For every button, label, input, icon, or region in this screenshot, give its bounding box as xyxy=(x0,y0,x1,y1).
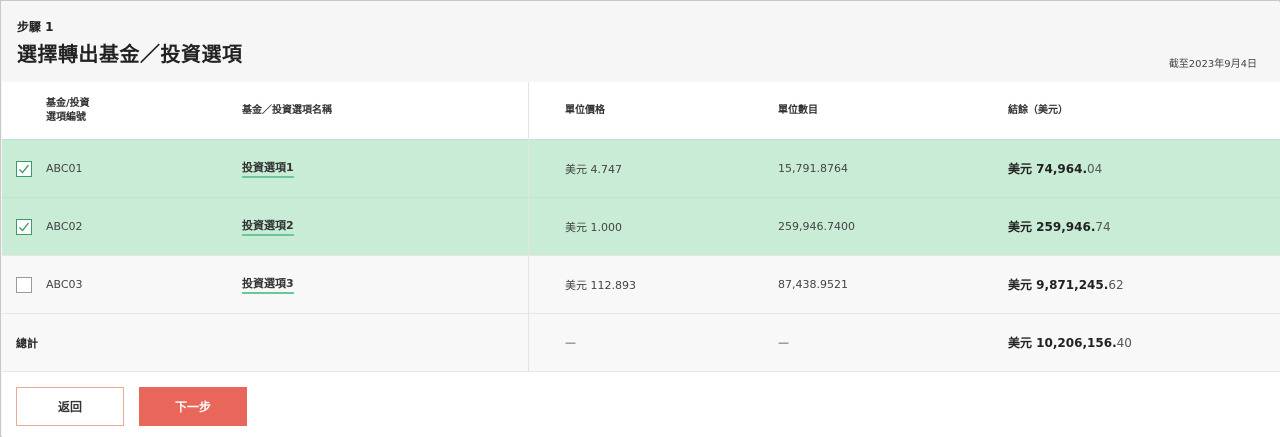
back-button[interactable]: 返回 xyxy=(16,387,124,426)
table-row[interactable]: ABC03 投資選項3 美元 112.893 87,438.9521 美元 9,… xyxy=(2,255,1280,313)
row-checkbox[interactable] xyxy=(16,218,32,235)
column-header-code-line1: 基金/投資 xyxy=(46,97,90,109)
total-balance-main: 美元 10,206,156. xyxy=(1008,336,1117,350)
balance-main: 美元 9,871,245. xyxy=(1008,278,1109,292)
fund-code: ABC03 xyxy=(46,278,83,291)
page-header: 步驟 1 選擇轉出基金／投資選項 截至2023年9月4日 xyxy=(2,2,1280,82)
column-header-units: 單位數目 xyxy=(778,104,818,116)
balance-cents: 62 xyxy=(1108,277,1124,292)
balance-main: 美元 74,964. xyxy=(1008,162,1088,176)
table-header-row: 基金/投資 選項編號 基金／投資選項名稱 單位價格 單位數目 結餘（美元） xyxy=(2,82,1280,139)
column-header-balance: 結餘（美元） xyxy=(1008,104,1068,116)
column-header-code: 基金/投資 選項編號 xyxy=(46,82,166,139)
checkmark-icon xyxy=(19,222,30,232)
total-unit-price: — xyxy=(565,336,576,349)
balance: 美元 9,871,245. 62 xyxy=(1008,256,1124,313)
fund-code: ABC02 xyxy=(46,220,83,233)
total-units: — xyxy=(778,336,789,349)
unit-price: 美元 112.893 xyxy=(565,278,636,292)
page-frame: 步驟 1 選擇轉出基金／投資選項 截至2023年9月4日 基金/投資 選項編號 … xyxy=(0,0,1280,437)
next-button[interactable]: 下一步 xyxy=(139,387,247,426)
action-bar: 返回 下一步 xyxy=(2,371,1280,437)
fund-name-link[interactable]: 投資選項3 xyxy=(242,275,294,294)
unit-count: 259,946.7400 xyxy=(778,220,855,233)
fund-table: 基金/投資 選項編號 基金／投資選項名稱 單位價格 單位數目 結餘（美元） AB… xyxy=(2,82,1280,371)
total-balance: 美元 10,206,156. 40 xyxy=(1008,314,1132,371)
balance-cents: 74 xyxy=(1095,219,1111,234)
table-row[interactable]: ABC02 投資選項2 美元 1.000 259,946.7400 美元 259… xyxy=(2,197,1280,255)
column-header-unit-price: 單位價格 xyxy=(565,104,605,116)
balance: 美元 74,964. 04 xyxy=(1008,140,1102,197)
table-row[interactable]: ABC01 投資選項1 美元 4.747 15,791.8764 美元 74,9… xyxy=(2,139,1280,197)
page-title: 選擇轉出基金／投資選項 xyxy=(17,42,243,66)
column-divider xyxy=(528,82,529,371)
unit-count: 15,791.8764 xyxy=(778,162,848,175)
fund-name-link[interactable]: 投資選項1 xyxy=(242,159,294,178)
balance: 美元 259,946. 74 xyxy=(1008,198,1111,255)
balance-main: 美元 259,946. xyxy=(1008,220,1096,234)
balance-cents: 04 xyxy=(1087,161,1103,176)
checkmark-icon xyxy=(19,164,30,174)
unit-price: 美元 1.000 xyxy=(565,220,622,234)
total-row: 總計 — — 美元 10,206,156. 40 xyxy=(2,313,1280,371)
as-of-date: 截至2023年9月4日 xyxy=(1168,59,1257,70)
unit-count: 87,438.9521 xyxy=(778,278,848,291)
column-header-name: 基金／投資選項名稱 xyxy=(242,104,332,116)
unit-price: 美元 4.747 xyxy=(565,162,622,176)
step-indicator: 步驟 1 xyxy=(17,20,54,34)
total-balance-cents: 40 xyxy=(1116,335,1132,350)
column-header-code-line2: 選項編號 xyxy=(46,111,86,123)
row-checkbox[interactable] xyxy=(16,160,32,177)
fund-name-link[interactable]: 投資選項2 xyxy=(242,217,294,236)
fund-code: ABC01 xyxy=(46,162,83,175)
total-label: 總計 xyxy=(16,336,38,350)
row-checkbox[interactable] xyxy=(16,276,32,293)
